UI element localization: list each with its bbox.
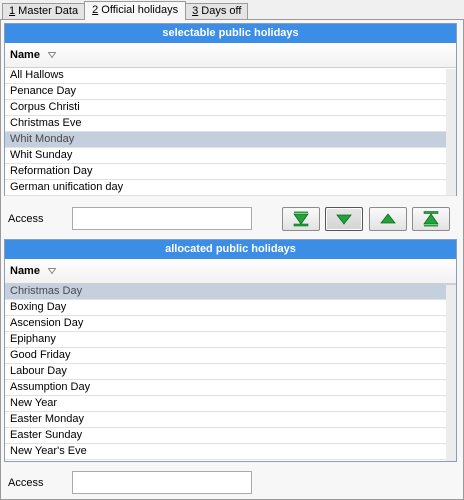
list-item[interactable]: Reformation Day — [5, 164, 456, 180]
list-item[interactable]: Whit Monday — [5, 132, 456, 148]
name-column-label: Name — [10, 265, 40, 277]
list-item[interactable]: Christmas Day — [5, 284, 456, 300]
move-up-button[interactable] — [369, 207, 407, 231]
list-item[interactable]: New Year's Eve — [5, 444, 456, 460]
sort-icon — [47, 52, 56, 58]
list-item[interactable]: Good Friday — [5, 348, 456, 364]
access-input-2[interactable] — [72, 471, 252, 494]
list-item[interactable]: Christmas Eve — [5, 116, 456, 132]
list-item[interactable]: All Hallows — [5, 68, 456, 84]
selectable-scrollbar[interactable] — [446, 69, 456, 195]
tab-official-holidays[interactable]: 2 Official holidays — [84, 1, 187, 20]
list-item[interactable]: Boxing Day — [5, 300, 456, 316]
list-item[interactable]: Easter Sunday — [5, 428, 456, 444]
tab-official-holidays-label: Official holidays — [98, 4, 179, 16]
access-label-2: Access — [8, 477, 44, 489]
list-item[interactable]: German unification day — [5, 180, 456, 196]
move-top-button[interactable] — [412, 207, 450, 231]
name-column-label: Name — [10, 49, 40, 61]
allocated-holidays-grid: allocated public holidays Name Christmas… — [4, 239, 457, 462]
access-label-1: Access — [8, 213, 44, 225]
allocated-holidays-list: Christmas Day Boxing Day Ascension Day Epip… — [5, 284, 456, 460]
list-item[interactable]: Penance Day — [5, 84, 456, 100]
move-down-button[interactable] — [325, 207, 363, 231]
list-item[interactable]: New Year — [5, 396, 456, 412]
list-item[interactable]: Labour Day — [5, 364, 456, 380]
list-item[interactable]: Corpus Christi — [5, 100, 456, 116]
tab-master-data[interactable]: 1 Master Data — [2, 3, 86, 20]
list-item[interactable]: Whit Sunday — [5, 148, 456, 164]
selectable-holidays-title: selectable public holidays — [5, 24, 456, 43]
list-item[interactable]: Easter Monday — [5, 412, 456, 428]
name-column-header[interactable]: Name — [5, 259, 456, 284]
list-item[interactable]: Epiphany — [5, 332, 456, 348]
move-bottom-button[interactable] — [282, 207, 320, 231]
up-arrow-icon — [380, 213, 396, 224]
selectable-holidays-grid: selectable public holidays Name All Hall… — [4, 23, 457, 196]
list-item[interactable]: Assumption Day — [5, 380, 456, 396]
sort-icon — [47, 268, 56, 274]
selectable-holidays-list: All Hallows Penance Day Corpus Christi Chri… — [5, 68, 456, 196]
tab-days-off-label: Days off — [198, 5, 242, 17]
tab-strip: 1 Master Data 2 Official holidays 3 Days… — [2, 1, 249, 20]
name-column-header[interactable]: Name — [5, 43, 456, 68]
allocated-holidays-title: allocated public holidays — [5, 240, 456, 259]
down-arrow-icon — [336, 214, 352, 225]
tab-days-off[interactable]: 3 Days off — [185, 3, 249, 20]
allocated-scrollbar[interactable] — [446, 285, 456, 461]
tab-master-data-label: Master Data — [15, 5, 79, 17]
access-input-1[interactable] — [72, 207, 252, 230]
double-up-arrow-icon — [423, 211, 439, 227]
double-down-arrow-icon — [293, 211, 309, 227]
list-item[interactable]: Ascension Day — [5, 316, 456, 332]
